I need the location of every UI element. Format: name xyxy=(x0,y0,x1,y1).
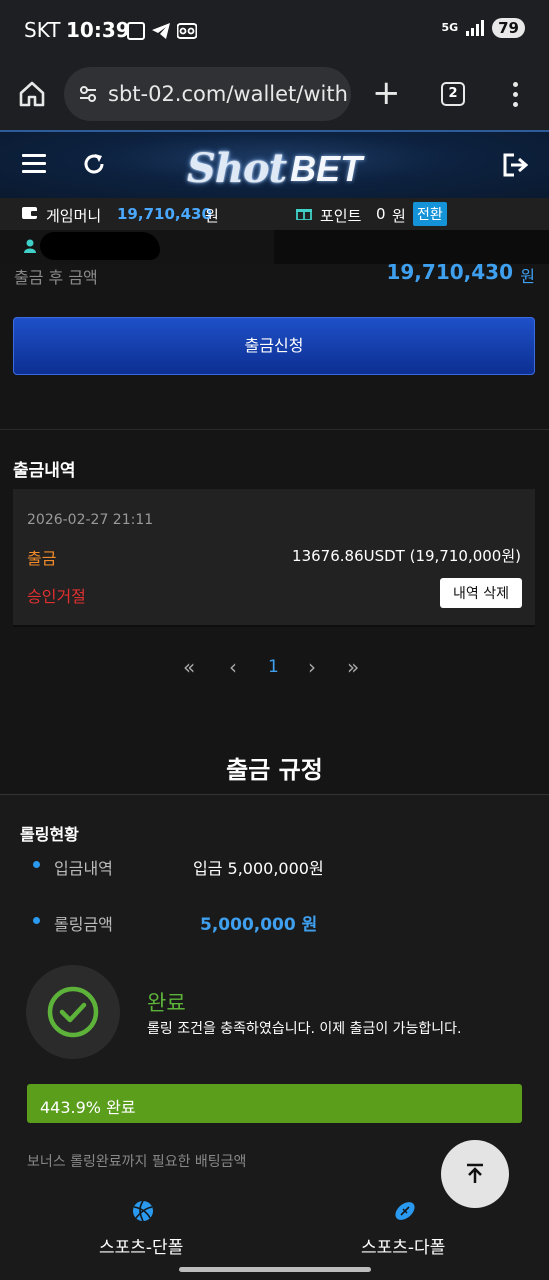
withdraw-apply-button[interactable]: 출금신청 xyxy=(13,317,535,375)
complete-message: 롤링 조건을 충족하였습니다. 이제 출금이 가능합니다. xyxy=(147,1021,462,1037)
address-bar[interactable]: sbt-02.com/wallet/withd xyxy=(64,67,351,121)
arrow-up-icon xyxy=(467,1163,483,1183)
battery-icon: 79 xyxy=(492,18,525,38)
gift-icon xyxy=(296,209,312,220)
rolling-progress-bar: 443.9% 완료 xyxy=(27,1084,522,1123)
rules-title: 출금 규정 xyxy=(226,756,323,784)
logo-shot-text: Shot xyxy=(187,145,287,192)
user-icon xyxy=(24,239,36,253)
notification-icons xyxy=(127,22,197,40)
menu-icon[interactable] xyxy=(22,154,46,173)
football-icon[interactable] xyxy=(393,1199,417,1223)
status-bar: SKT 10:39 5G 79 xyxy=(0,0,549,62)
rolling-progress-text: 443.9% 완료 xyxy=(40,1098,136,1117)
site-header: Shot BET xyxy=(0,130,549,198)
new-tab-button[interactable]: + xyxy=(372,76,401,110)
refresh-icon[interactable] xyxy=(81,151,107,177)
volleyball-icon[interactable] xyxy=(131,1199,155,1223)
signal-icon xyxy=(466,20,485,36)
site-settings-icon[interactable] xyxy=(78,85,98,103)
wallet-icon xyxy=(22,207,38,219)
tab-switcher-button[interactable]: 2 xyxy=(441,82,465,106)
deposit-history-label: 입금내역 xyxy=(54,859,113,878)
rolling-status-title: 롤링현황 xyxy=(20,825,79,844)
url-text[interactable]: sbt-02.com/wallet/withd xyxy=(108,82,348,106)
section-divider xyxy=(0,429,549,430)
after-withdraw-unit: 원 xyxy=(520,267,535,286)
point-label: 포인트 xyxy=(320,207,362,225)
rolling-amount-value: 5,000,000 원 xyxy=(200,915,318,935)
after-withdraw-label: 출금 후 금액 xyxy=(14,268,98,287)
point-value: 0 xyxy=(376,205,386,223)
sports-single-tab[interactable]: 스포츠-단폴 xyxy=(99,1233,183,1258)
history-title: 출금내역 xyxy=(13,461,76,481)
deposit-history-value: 입금 5,000,000원 xyxy=(193,859,324,878)
carrier-label: SKT xyxy=(24,18,61,42)
prev-page-button[interactable]: ‹ xyxy=(229,655,237,679)
voicemail-icon xyxy=(177,23,197,39)
last-page-button[interactable]: » xyxy=(347,655,359,679)
network-type: 5G xyxy=(441,21,459,34)
site-logo[interactable]: Shot BET xyxy=(187,140,362,192)
sports-multi-tab[interactable]: 스포츠-다폴 xyxy=(361,1233,445,1258)
telegram-icon xyxy=(152,23,170,39)
clock: 10:39 xyxy=(66,18,130,42)
current-page[interactable]: 1 xyxy=(268,657,279,677)
user-info-row-right xyxy=(274,230,549,264)
game-money-unit: 원 xyxy=(205,207,219,225)
delete-history-button[interactable]: 내역 삭제 xyxy=(440,578,522,608)
history-date: 2026-02-27 21:11 xyxy=(27,512,154,528)
rolling-amount-label: 롤링금액 xyxy=(54,915,113,934)
check-badge xyxy=(26,965,120,1059)
redacted-username xyxy=(40,232,160,260)
game-money-label: 게임머니 xyxy=(46,207,102,225)
browser-menu-icon[interactable] xyxy=(513,82,519,107)
first-page-button[interactable]: « xyxy=(183,655,195,679)
bullet-icon xyxy=(33,861,40,868)
rules-divider xyxy=(0,794,549,795)
game-money-value: 19,710,430 xyxy=(117,205,212,223)
wallet-bar: 게임머니 19,710,430 원 포인트 0 원 전환 xyxy=(0,198,549,264)
pagination: « ‹ 1 › » xyxy=(0,655,549,681)
wallet-balance-row: 게임머니 19,710,430 원 포인트 0 원 전환 xyxy=(0,198,549,230)
scroll-to-top-button[interactable] xyxy=(441,1140,509,1208)
point-convert-button[interactable]: 전환 xyxy=(413,202,447,226)
history-amount: 13676.86USDT (19,710,000원) xyxy=(292,547,521,565)
history-status: 승인거절 xyxy=(27,587,86,606)
logout-icon[interactable] xyxy=(502,152,528,178)
bullet-icon xyxy=(33,917,40,924)
point-unit: 원 xyxy=(392,207,406,225)
browser-toolbar: sbt-02.com/wallet/withd + 2 xyxy=(0,62,549,130)
next-page-button[interactable]: › xyxy=(308,655,316,679)
check-circle-icon xyxy=(47,986,99,1038)
bonus-rolling-text: 보너스 롤링완료까지 필요한 배팅금액 xyxy=(27,1154,247,1170)
complete-title: 완료 xyxy=(147,991,186,1015)
screenshot-icon xyxy=(127,22,145,40)
logo-bet-text: BET xyxy=(290,148,363,189)
after-withdraw-value: 19,710,430 xyxy=(386,260,513,284)
history-item: 2026-02-27 21:11 출금 13676.86USDT (19,710… xyxy=(13,489,535,627)
history-type: 출금 xyxy=(27,549,57,568)
home-icon[interactable] xyxy=(18,80,46,108)
gesture-home-indicator xyxy=(179,1267,371,1272)
